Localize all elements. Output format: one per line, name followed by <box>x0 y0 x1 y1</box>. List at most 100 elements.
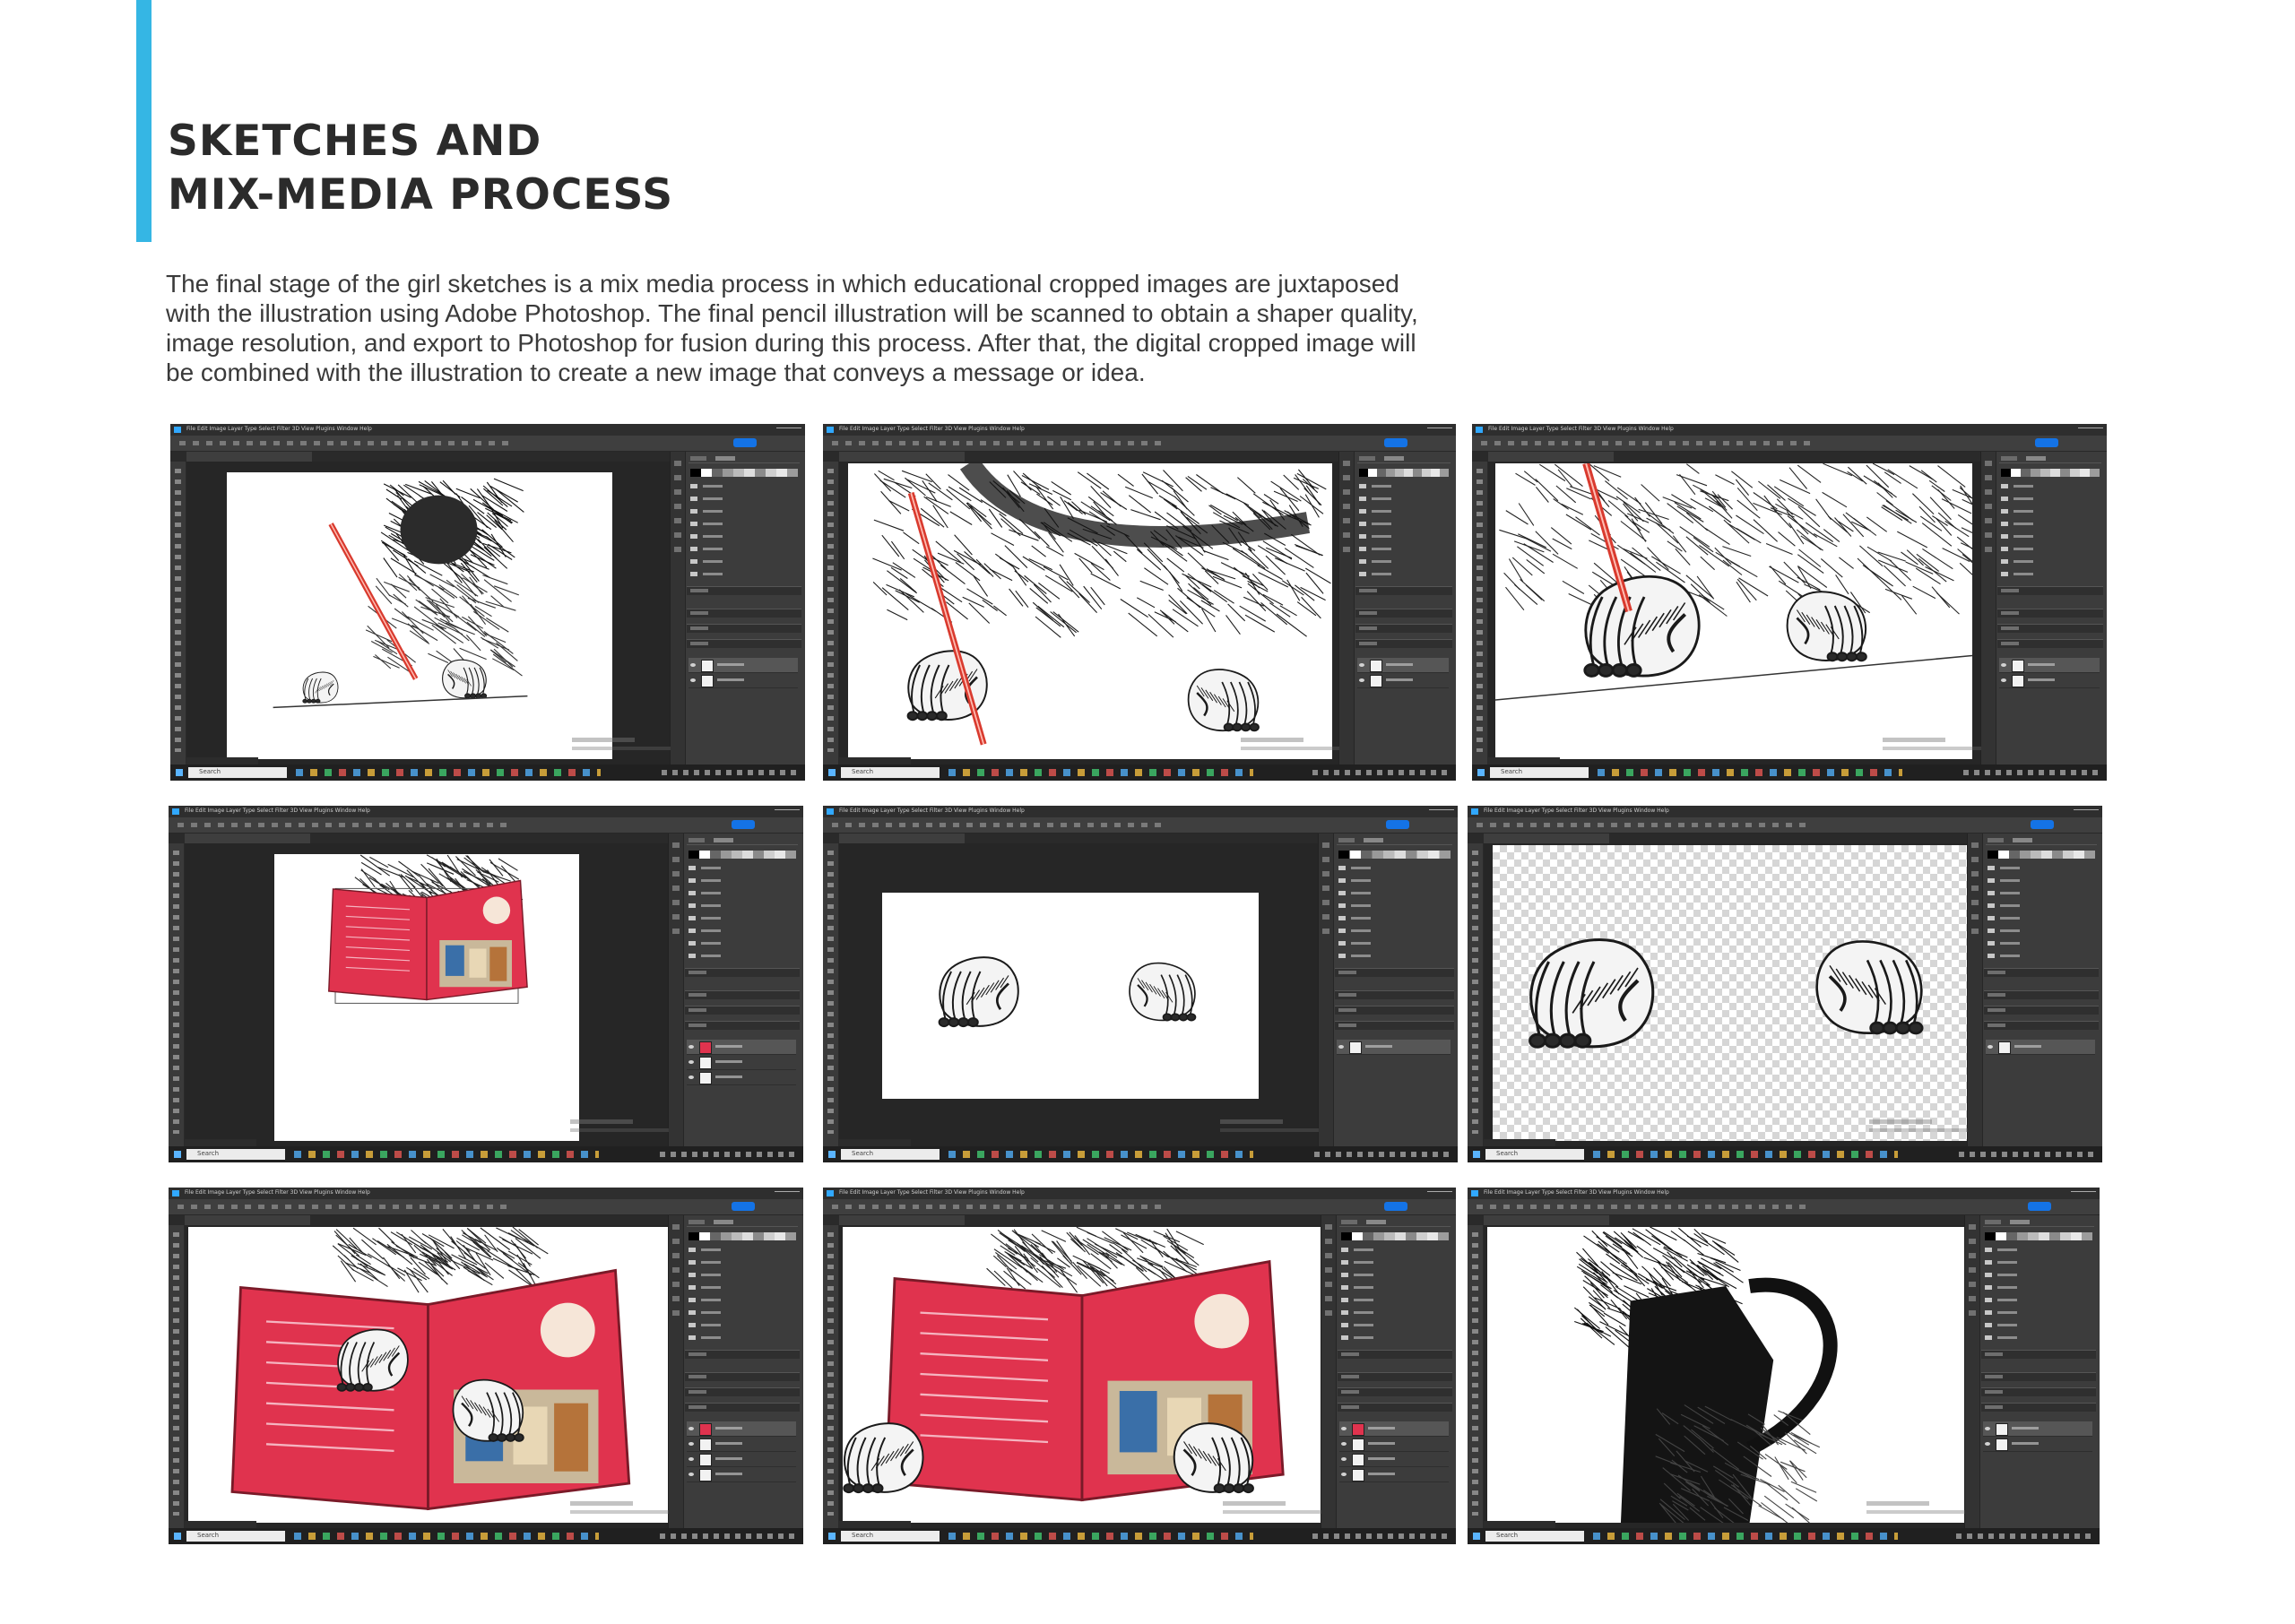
menu-items[interactable]: File Edit Image Layer Type Select Filter… <box>186 426 372 432</box>
taskbar-app-icons[interactable] <box>1598 769 1902 776</box>
windows-start-icon[interactable] <box>176 769 183 776</box>
document-tab[interactable] <box>839 834 965 843</box>
taskbar-app-icons[interactable] <box>948 1533 1253 1540</box>
menu-items[interactable]: File Edit Image Layer Type Select Filter… <box>185 1189 370 1196</box>
document-canvas[interactable] <box>188 1227 668 1523</box>
window-controls[interactable] <box>2074 809 2099 815</box>
system-tray[interactable] <box>1963 770 2098 775</box>
system-tray[interactable] <box>660 1152 794 1157</box>
options-bar-controls[interactable] <box>179 441 509 445</box>
document-canvas[interactable] <box>227 472 612 759</box>
window-controls[interactable] <box>775 809 800 815</box>
swatches-tab[interactable] <box>1357 455 1451 463</box>
layers-blend-row[interactable] <box>1338 1403 1452 1412</box>
window-controls[interactable] <box>2071 1191 2096 1196</box>
options-bar-controls[interactable] <box>832 441 1161 445</box>
windows-start-icon[interactable] <box>174 1533 181 1540</box>
visibility-eye-icon[interactable] <box>1341 1457 1347 1461</box>
visibility-eye-icon[interactable] <box>1341 1473 1347 1476</box>
visibility-eye-icon[interactable] <box>688 1045 694 1049</box>
panel-icon-column[interactable] <box>1321 1215 1337 1528</box>
menu-items[interactable]: File Edit Image Layer Type Select Filter… <box>185 808 370 814</box>
panel-icon-column[interactable] <box>669 834 684 1146</box>
layers-blend-row[interactable] <box>1335 1021 1454 1030</box>
taskbar-search[interactable]: Search <box>188 767 287 778</box>
swatches-tab[interactable] <box>1986 837 2097 845</box>
layers-options[interactable] <box>1981 1387 2096 1396</box>
swatches-row[interactable] <box>2001 469 2100 477</box>
layers-header[interactable] <box>1355 609 1452 618</box>
swatches-tab[interactable] <box>1337 837 1452 845</box>
libraries-header[interactable] <box>685 1350 800 1359</box>
system-tray[interactable] <box>1312 770 1447 775</box>
swatches-tab[interactable] <box>687 837 798 845</box>
layers-options[interactable] <box>1355 624 1452 633</box>
document-tab[interactable] <box>1488 452 1614 462</box>
system-tray[interactable] <box>1959 1152 2093 1157</box>
swatches-row[interactable] <box>1985 1232 2092 1240</box>
visibility-eye-icon[interactable] <box>1338 1045 1344 1049</box>
taskbar-search[interactable]: Search <box>1485 1531 1584 1542</box>
taskbar-app-icons[interactable] <box>948 769 1253 776</box>
layers-blend-row[interactable] <box>1981 1403 2096 1412</box>
window-controls[interactable] <box>1427 428 1452 433</box>
visibility-eye-icon[interactable] <box>1341 1442 1347 1446</box>
document-tab[interactable] <box>1484 1215 1609 1225</box>
system-tray[interactable] <box>1312 1533 1447 1539</box>
panel-icon-column[interactable] <box>1981 452 1996 764</box>
taskbar-app-icons[interactable] <box>948 1151 1253 1158</box>
layer-row[interactable] <box>1339 1421 1449 1437</box>
share-button[interactable] <box>1386 820 1409 829</box>
tools-panel[interactable] <box>1468 843 1484 1146</box>
visibility-eye-icon[interactable] <box>688 1060 694 1064</box>
layer-row[interactable] <box>687 1452 796 1467</box>
tools-panel[interactable] <box>823 462 839 764</box>
tools-panel[interactable] <box>823 1225 839 1528</box>
windows-start-icon[interactable] <box>828 1151 836 1158</box>
visibility-eye-icon[interactable] <box>688 1473 694 1476</box>
layers-blend-row[interactable] <box>685 1021 800 1030</box>
layers-header[interactable] <box>1997 609 2103 618</box>
share-button[interactable] <box>2028 1202 2051 1211</box>
taskbar-search[interactable]: Search <box>1490 767 1589 778</box>
layers-header[interactable] <box>685 990 800 999</box>
document-tab[interactable] <box>839 1215 965 1225</box>
swatches-tab[interactable] <box>688 455 800 463</box>
layer-row[interactable] <box>687 1055 796 1070</box>
taskbar-app-icons[interactable] <box>296 769 601 776</box>
share-button[interactable] <box>732 1202 755 1211</box>
share-button[interactable] <box>732 820 755 829</box>
visibility-eye-icon[interactable] <box>2001 678 2006 682</box>
layers-options[interactable] <box>1335 1006 1454 1015</box>
visibility-eye-icon[interactable] <box>1341 1427 1347 1430</box>
visibility-eye-icon[interactable] <box>1359 678 1364 682</box>
document-tab[interactable] <box>185 1215 310 1225</box>
layer-row[interactable] <box>1357 673 1449 688</box>
layers-options[interactable] <box>1984 1006 2099 1015</box>
libraries-header[interactable] <box>685 968 800 977</box>
layer-row[interactable] <box>1337 1040 1451 1055</box>
layers-options[interactable] <box>685 1006 800 1015</box>
layers-header[interactable] <box>1338 1372 1452 1381</box>
system-tray[interactable] <box>662 770 796 775</box>
share-button[interactable] <box>2031 820 2054 829</box>
panel-icon-column[interactable] <box>669 1215 684 1528</box>
panel-icon-column[interactable] <box>1339 452 1355 764</box>
document-canvas[interactable] <box>843 1227 1321 1523</box>
options-bar-controls[interactable] <box>832 823 1162 827</box>
visibility-eye-icon[interactable] <box>688 1442 694 1446</box>
share-button[interactable] <box>1384 438 1407 447</box>
panel-icon-column[interactable] <box>671 452 686 764</box>
visibility-eye-icon[interactable] <box>1985 1427 1990 1430</box>
libraries-header[interactable] <box>1338 1350 1452 1359</box>
document-canvas[interactable] <box>274 854 579 1141</box>
layers-blend-row[interactable] <box>1997 639 2103 648</box>
layer-row[interactable] <box>1339 1452 1449 1467</box>
taskbar-search[interactable]: Search <box>841 1531 940 1542</box>
visibility-eye-icon[interactable] <box>1985 1442 1990 1446</box>
taskbar-search[interactable]: Search <box>841 1149 940 1160</box>
layer-row[interactable] <box>688 673 798 688</box>
taskbar-app-icons[interactable] <box>294 1151 599 1158</box>
visibility-eye-icon[interactable] <box>1359 663 1364 667</box>
libraries-header[interactable] <box>1335 968 1454 977</box>
